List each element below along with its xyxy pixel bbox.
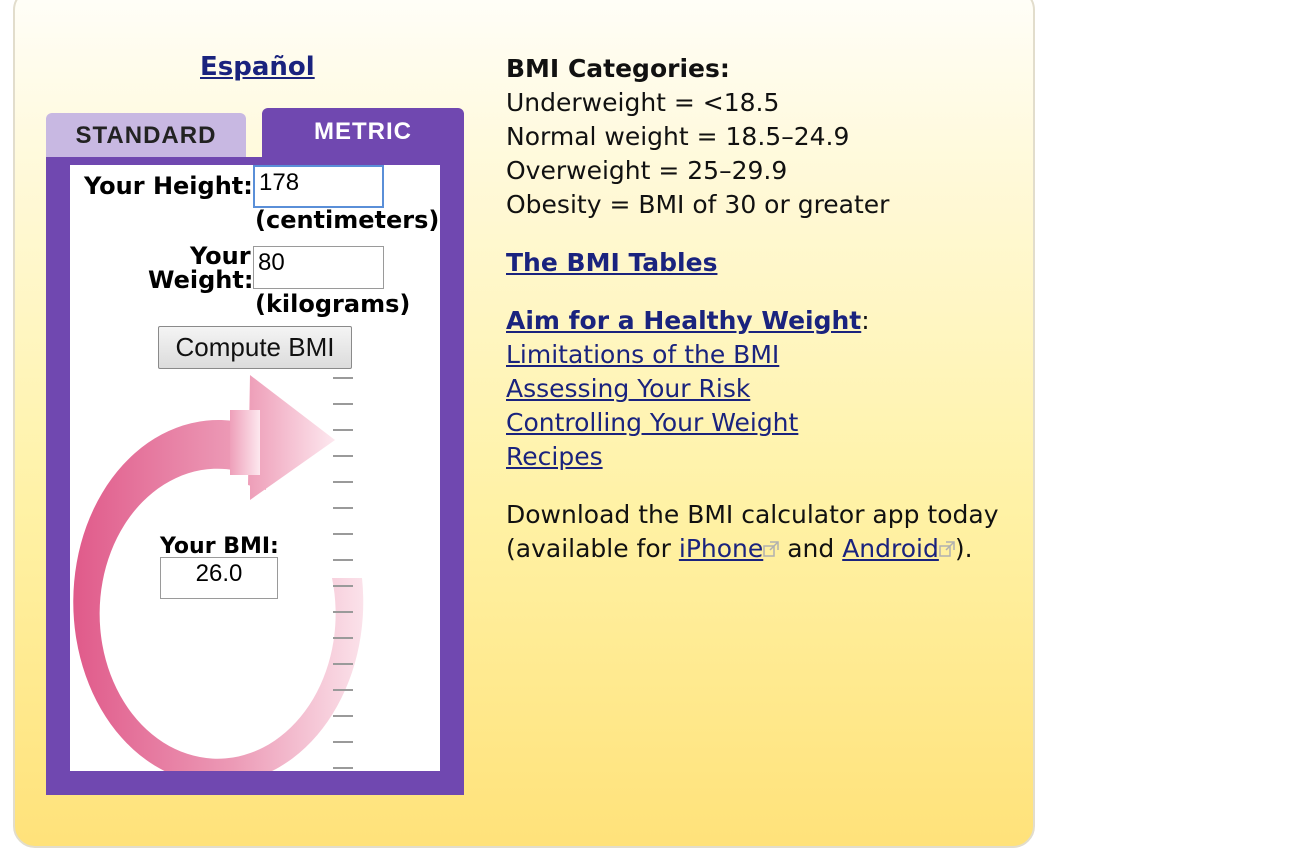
category-normal: Normal weight = 18.5–24.9 [506,122,850,151]
bmi-tables-link[interactable]: The BMI Tables [506,248,717,277]
external-link-icon [763,541,780,557]
download-suffix: ). [954,534,973,563]
android-link[interactable]: Android [842,534,939,563]
controlling-weight-link[interactable]: Controlling Your Weight [506,408,798,437]
tab-standard[interactable]: STANDARD [46,113,246,157]
ruler-scale [333,377,353,769]
weight-unit: (kilograms) [255,290,411,318]
aim-healthy-weight-link[interactable]: Aim for a Healthy Weight [506,306,861,335]
weight-label-line2: Weight: [148,266,254,294]
height-input[interactable]: 178 [253,165,384,208]
download-line2: (available for iPhone and Android). [506,534,973,563]
weight-input[interactable]: 80 [253,246,384,289]
download-line1: Download the BMI calculator app today [506,500,999,529]
assessing-risk-link[interactable]: Assessing Your Risk [506,374,750,403]
compute-bmi-button[interactable]: Compute BMI [158,326,352,369]
height-label: Your Height: [84,172,253,200]
external-link-icon [939,541,955,557]
aim-colon: : [861,306,870,335]
categories-title: BMI Categories: [506,54,730,83]
category-underweight: Underweight = <18.5 [506,88,780,117]
height-unit: (centimeters) [255,206,440,234]
download-middle: and [779,534,843,563]
bmi-result-label: Your BMI: [160,534,279,559]
espanol-link[interactable]: Español [200,52,315,82]
tab-metric[interactable]: METRIC [262,108,464,158]
bmi-tables-row: The BMI Tables [506,248,717,277]
recipes-link[interactable]: Recipes [506,442,603,471]
iphone-link[interactable]: iPhone [679,534,763,563]
category-overweight: Overweight = 25–29.9 [506,156,788,185]
download-prefix: (available for [506,534,679,563]
limitations-link[interactable]: Limitations of the BMI [506,340,779,369]
bmi-result-field: 26.0 [160,557,278,599]
category-obesity: Obesity = BMI of 30 or greater [506,190,890,219]
aim-healthy-row: Aim for a Healthy Weight: [506,306,870,335]
